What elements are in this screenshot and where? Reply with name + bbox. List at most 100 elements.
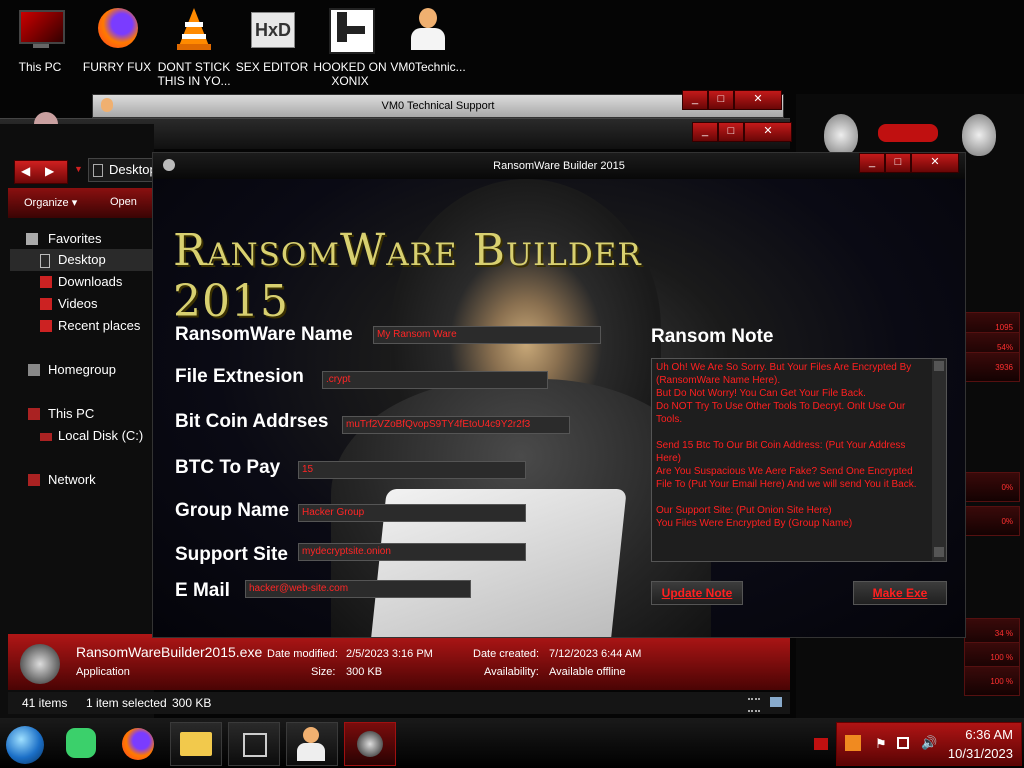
taskbar-vm0-support[interactable]: [286, 722, 338, 766]
taskbar-task-view[interactable]: [228, 722, 280, 766]
sidebar-item-favorites[interactable]: Favorites: [20, 228, 174, 250]
date-created-value: 7/12/2023 6:44 AM: [549, 648, 642, 660]
computer-icon: [28, 408, 40, 420]
sidebar-item-label: This PC: [48, 406, 95, 421]
maximize-button[interactable]: □: [718, 122, 744, 142]
ransom-note-textarea[interactable]: Uh Oh! We Are So Sorry. But Your Files A…: [651, 358, 947, 562]
desktop-icon-furry-fux[interactable]: FURRY FUX: [79, 6, 155, 74]
tiles-view-icon[interactable]: [770, 697, 782, 707]
details-view-icon[interactable]: [748, 698, 760, 712]
notes-icon: [66, 728, 96, 758]
gadget-readout: 100 %: [964, 666, 1020, 696]
sidebar-item-local-disk[interactable]: Local Disk (C:): [10, 425, 164, 447]
address-text: Desktop: [109, 162, 157, 177]
ransomware-name-label: RansomWare Name: [175, 324, 353, 345]
alien-head-icon: [824, 114, 858, 156]
back-arrow-icon[interactable]: ◀: [21, 164, 30, 178]
file-extension-input[interactable]: [322, 371, 548, 389]
skull-icon: [357, 731, 383, 757]
bitcoin-address-label: Bit Coin Addrses: [175, 411, 329, 432]
forward-arrow-icon[interactable]: ▶: [45, 164, 54, 178]
clock-time[interactable]: 6:36 AM: [949, 727, 1013, 742]
btc-to-pay-label: BTC To Pay: [175, 457, 281, 478]
monitor-icon: [17, 6, 65, 52]
sidebar-item-videos[interactable]: Videos: [10, 293, 164, 315]
open-button[interactable]: Open: [110, 196, 137, 208]
sidebar-item-network[interactable]: Network: [20, 469, 174, 491]
app-tray-icon[interactable]: [845, 735, 861, 751]
nav-buttons: ◀ ▶: [14, 160, 68, 184]
taskbar-file-explorer[interactable]: [170, 722, 222, 766]
group-name-input[interactable]: [298, 504, 526, 522]
maximize-button[interactable]: □: [885, 153, 911, 173]
maximize-button[interactable]: □: [708, 90, 734, 110]
desktop-icon-vm0-technical[interactable]: VM0Technic...: [390, 6, 466, 74]
sidebar-item-this-pc[interactable]: This PC: [20, 403, 174, 425]
clock-date[interactable]: 10/31/2023: [941, 746, 1013, 761]
close-button[interactable]: ✕: [734, 90, 782, 110]
flag-icon[interactable]: ⚑: [875, 736, 887, 752]
file-extension-label: File Extnesion: [175, 366, 304, 387]
email-input[interactable]: [245, 580, 471, 598]
desktop-icon-this-pc[interactable]: This PC: [2, 6, 78, 74]
address-bar[interactable]: Desktop: [88, 158, 160, 182]
alien-head-icon: [962, 114, 996, 156]
date-modified-label: Date modified:: [267, 648, 338, 660]
volume-icon[interactable]: 🔊: [921, 735, 937, 751]
videos-icon: [40, 298, 52, 310]
organize-button[interactable]: Organize ▾: [24, 196, 77, 209]
hxd-icon: HxD: [249, 6, 295, 52]
disk-icon: [40, 433, 52, 441]
desktop-icon-sex-editor[interactable]: HxD SEX EDITOR: [234, 6, 310, 74]
vlc-cone-icon: [171, 6, 217, 52]
ransom-note-label: Ransom Note: [651, 326, 774, 347]
close-button[interactable]: ✕: [744, 122, 792, 142]
file-name: RansomWareBuilder2015.exe: [76, 644, 263, 660]
btc-to-pay-input[interactable]: [298, 461, 526, 479]
taskbar-ransomware-builder[interactable]: [344, 722, 396, 766]
sidebar-item-homegroup[interactable]: Homegroup: [20, 359, 174, 381]
make-exe-button[interactable]: Make Exe: [853, 581, 947, 605]
availability-value: Available offline: [549, 666, 626, 678]
note-scrollbar[interactable]: [932, 359, 946, 561]
taskbar-notes-app[interactable]: [56, 722, 106, 764]
history-dropdown-icon[interactable]: ▼: [74, 164, 83, 174]
sidebar-item-downloads[interactable]: Downloads: [10, 271, 164, 293]
app-banner: RansomWare Builder 2015: [173, 225, 642, 327]
gadget-readout: 3936: [964, 352, 1020, 382]
gadget-badge: [878, 124, 938, 142]
ransomware-name-input[interactable]: [373, 326, 601, 344]
ransomware-builder-window: RansomWare Builder 2015 _ □ ✕ RansomWare…: [152, 152, 966, 638]
date-created-label: Date created:: [473, 648, 540, 660]
taskbar-firefox[interactable]: [114, 722, 164, 764]
minimize-button[interactable]: _: [859, 153, 885, 173]
email-label: E Mail: [175, 580, 230, 601]
date-modified-value: 2/5/2023 3:16 PM: [346, 648, 433, 660]
support-site-input[interactable]: [298, 543, 526, 561]
app-titlebar: RansomWare Builder 2015: [153, 153, 965, 179]
minimize-button[interactable]: _: [682, 90, 708, 110]
network-icon[interactable]: [897, 737, 909, 749]
close-button[interactable]: ✕: [911, 153, 959, 173]
app-title: RansomWare Builder 2015: [493, 160, 625, 172]
show-hidden-icons-button[interactable]: [814, 738, 828, 750]
bitcoin-address-input[interactable]: [342, 416, 570, 434]
app-window-controls: _ □ ✕: [859, 153, 959, 173]
start-orb-icon[interactable]: [6, 726, 44, 764]
sidebar-item-label: Favorites: [48, 231, 102, 246]
support-window-title: VM0 Technical Support: [381, 100, 495, 112]
firefox-icon: [94, 6, 140, 52]
explorer-toolbar: Organize ▾ Open: [8, 188, 154, 218]
availability-label: Availability:: [484, 666, 539, 678]
sidebar-item-desktop[interactable]: Desktop: [10, 249, 164, 271]
sidebar-item-recent-places[interactable]: Recent places: [10, 315, 164, 337]
minimize-button[interactable]: _: [692, 122, 718, 142]
support-window-controls: _ □ ✕: [682, 90, 782, 110]
desktop-icon-hooked-on-xonix[interactable]: HOOKED ON XONIX: [312, 6, 388, 88]
update-note-button[interactable]: Update Note: [651, 581, 743, 605]
desktop-icon-label: This PC: [18, 60, 62, 74]
explorer-window: ◀ ▶ ▼ Desktop Organize ▾ Open Favorites …: [0, 124, 164, 718]
desktop-icon-dont-stick[interactable]: DONT STICK THIS IN YO...: [156, 6, 232, 88]
size-value: 300 KB: [346, 666, 383, 678]
gadget-readout: 0%: [964, 506, 1020, 536]
